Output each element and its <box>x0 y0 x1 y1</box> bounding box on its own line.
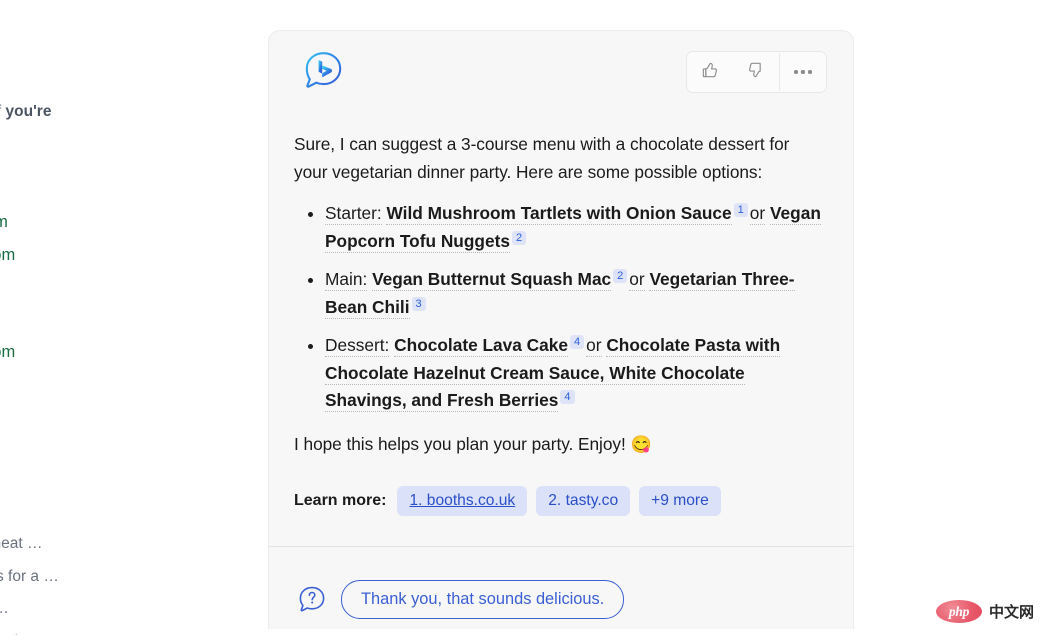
watermark-site-text: 中文网 <box>988 604 1034 621</box>
citation-badge[interactable]: 2 <box>613 269 628 283</box>
suggested-reply-button[interactable]: Thank you, that sounds delicious. <box>341 579 625 619</box>
more-sources-chip[interactable]: +9 more <box>639 486 721 516</box>
list-item: Starter: Wild Mushroom Tartlets with Oni… <box>308 200 823 255</box>
left-results-pane: ian... 1:58 pm. If you're of … ome.com g… <box>0 0 268 635</box>
list-item: Dessert: Chocolate Lava Cake 4 or Chocolat… <box>308 332 823 415</box>
intro-paragraph: Sure, I can suggest a 3-course menu with… <box>294 134 790 182</box>
suggestion-area: Thank you, that sounds delicious. <box>269 547 853 629</box>
screen-root: ian... 1:58 pm. If you're of … ome.com g… <box>0 0 1042 635</box>
list-item: some meat … <box>0 535 43 552</box>
thumbs-down-icon <box>746 60 766 85</box>
course-label: Main: <box>325 269 368 291</box>
list-item: ner party, it's <box>0 626 59 635</box>
list-item[interactable]: ggies.com <box>0 336 15 369</box>
citation-badge[interactable]: 4 <box>570 335 585 349</box>
closing-paragraph: I hope this helps you plan your party. E… <box>294 431 823 459</box>
more-options-button[interactable] <box>780 52 826 92</box>
source-chip[interactable]: 2. tasty.co <box>536 486 631 516</box>
list-item: bstitutes for a … <box>0 567 59 585</box>
menu-option-name: Chocolate Lava Cake <box>394 335 568 357</box>
feedback-button-group <box>686 51 827 93</box>
card-header <box>269 31 853 131</box>
list-item: Main: Vegan Butternut Squash Mac 2 or Vege… <box>308 266 823 321</box>
list-item[interactable]: ggies.com <box>0 239 15 272</box>
menu-options-list: Starter: Wild Mushroom Tartlets with Oni… <box>294 200 823 415</box>
closing-text: I hope this helps you plan your party. E… <box>294 433 626 454</box>
citation-badge[interactable]: 3 <box>411 296 426 311</box>
php-logo-icon: php <box>935 600 982 623</box>
conjunction: or <box>586 335 602 357</box>
conjunction: or <box>629 269 645 291</box>
learn-more-row: Learn more: 1. booths.co.uk 2. tasty.co … <box>294 486 823 546</box>
left-pane-snippet: 1:58 pm. If you're of … <box>0 98 188 154</box>
citation-badge[interactable]: 2 <box>511 230 527 245</box>
watermark: php 中文网 <box>935 600 1034 623</box>
citation-badge[interactable]: 1 <box>733 203 748 217</box>
menu-option-name: Vegan Butternut Squash Mac <box>372 269 612 291</box>
conjunction: or <box>749 203 766 225</box>
response-body: Sure, I can suggest a 3-course menu with… <box>269 131 853 546</box>
learn-more-label: Learn more: <box>294 492 387 509</box>
list-item[interactable]: n.com <box>0 304 15 337</box>
course-label: Dessert: <box>325 335 390 357</box>
left-pane-tail-text: some meat … bstitutes for a … e your … n… <box>0 528 59 635</box>
source-chip[interactable]: 1. booths.co.uk <box>397 486 528 516</box>
course-label: Starter: <box>325 203 382 225</box>
left-pane-snippet-bold: you're <box>5 103 52 120</box>
menu-option-name: Wild Mushroom Tartlets with Onion Sauce <box>386 203 732 225</box>
watermark-logo-text: php <box>948 603 970 619</box>
citation-badge[interactable]: 4 <box>560 390 575 404</box>
thumbs-down-button[interactable] <box>733 52 779 92</box>
thumbs-up-icon <box>700 60 720 85</box>
left-pane-link-list: ome.com ggies.com arn.com n.com ggies.co… <box>0 206 15 369</box>
ellipsis-icon <box>794 70 812 74</box>
thumbs-up-button[interactable] <box>687 52 733 92</box>
list-item[interactable]: arn.com <box>0 271 15 304</box>
yummy-face-emoji: 😋 <box>630 434 652 454</box>
left-pane-snippet-line2: of … <box>0 126 188 154</box>
bing-logo-icon <box>301 49 346 94</box>
question-bubble-icon <box>297 584 327 614</box>
list-item[interactable]: ome.com <box>0 206 15 239</box>
assistant-response-card: Sure, I can suggest a 3-course menu with… <box>268 30 854 629</box>
list-item: e your … <box>0 593 59 626</box>
